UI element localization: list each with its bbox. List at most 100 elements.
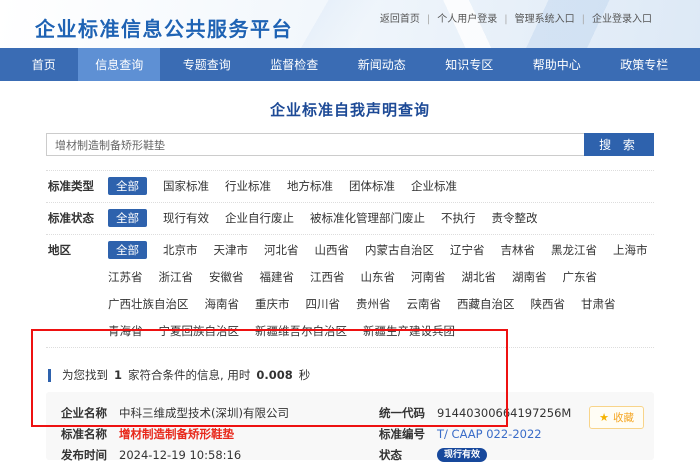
card-field-label: 统一代码 bbox=[379, 405, 437, 421]
filter-option[interactable]: 安徽省 bbox=[209, 268, 244, 286]
star-icon: ★ bbox=[599, 411, 609, 424]
top-link-2[interactable]: 管理系统入口 bbox=[497, 14, 574, 25]
result-card: 企业名称中科三维成型技术(深圳)有限公司标准名称增材制造制备矫形鞋垫发布时间20… bbox=[46, 392, 654, 460]
filter-option[interactable]: 全部 bbox=[108, 177, 147, 195]
filter-option[interactable]: 江西省 bbox=[310, 268, 345, 286]
filter-option[interactable]: 陕西省 bbox=[531, 295, 566, 313]
nav-item-6[interactable]: 帮助中心 bbox=[516, 48, 598, 81]
filter-option[interactable]: 被标准化管理部门废止 bbox=[310, 209, 425, 227]
status-badge: 现行有效 bbox=[437, 448, 487, 462]
summary-accent-bar bbox=[48, 369, 51, 382]
filter-row-2: 地区全部北京市天津市河北省山西省内蒙古自治区辽宁省吉林省黑龙江省上海市江苏省浙江… bbox=[46, 235, 654, 348]
filter-option[interactable]: 福建省 bbox=[260, 268, 295, 286]
filter-option[interactable]: 山西省 bbox=[315, 241, 350, 259]
card-row: 企业名称中科三维成型技术(深圳)有限公司 bbox=[61, 405, 379, 420]
filter-option[interactable]: 天津市 bbox=[214, 241, 249, 259]
filter-option[interactable]: 贵州省 bbox=[356, 295, 391, 313]
top-link-1[interactable]: 个人用户登录 bbox=[420, 14, 497, 25]
filter-label: 标准状态 bbox=[48, 209, 108, 227]
filter-option[interactable]: 上海市 bbox=[613, 241, 648, 259]
filter-option[interactable]: 北京市 bbox=[163, 241, 198, 259]
card-row: 状态现行有效 bbox=[379, 447, 639, 462]
card-field-value: 2024-12-19 10:58:16 bbox=[119, 448, 241, 462]
main-content: 企业标准自我声明查询 搜 索 标准类型全部国家标准行业标准地方标准团体标准企业标… bbox=[0, 81, 700, 460]
results-section: 为您找到 1 家符合条件的信息, 用时 0.008 秒 企业名称中科三维成型技术… bbox=[46, 367, 654, 460]
filter-option[interactable]: 湖北省 bbox=[462, 268, 497, 286]
filter-option[interactable]: 四川省 bbox=[306, 295, 341, 313]
filter-option[interactable]: 现行有效 bbox=[163, 209, 209, 227]
filter-option[interactable]: 内蒙古自治区 bbox=[365, 241, 434, 259]
filter-option[interactable]: 甘肃省 bbox=[581, 295, 616, 313]
filter-option[interactable]: 团体标准 bbox=[349, 177, 395, 195]
top-links: 返回首页个人用户登录管理系统入口企业登录入口 bbox=[380, 10, 652, 25]
filter-option[interactable]: 全部 bbox=[108, 241, 147, 259]
filter-option[interactable]: 云南省 bbox=[407, 295, 442, 313]
filter-option[interactable]: 青海省 bbox=[108, 322, 143, 340]
filter-option[interactable]: 广西壮族自治区 bbox=[108, 295, 189, 313]
filters: 标准类型全部国家标准行业标准地方标准团体标准企业标准标准状态全部现行有效企业自行… bbox=[46, 170, 654, 348]
search-input[interactable] bbox=[46, 133, 584, 156]
filter-options: 全部北京市天津市河北省山西省内蒙古自治区辽宁省吉林省黑龙江省上海市江苏省浙江省安… bbox=[108, 241, 654, 340]
filter-label: 地区 bbox=[48, 241, 108, 259]
filter-options: 全部国家标准行业标准地方标准团体标准企业标准 bbox=[108, 177, 654, 195]
nav-item-4[interactable]: 新闻动态 bbox=[341, 48, 423, 81]
top-link-3[interactable]: 企业登录入口 bbox=[575, 14, 652, 25]
filter-option[interactable]: 山东省 bbox=[361, 268, 396, 286]
filter-option[interactable]: 辽宁省 bbox=[450, 241, 485, 259]
results-summary: 为您找到 1 家符合条件的信息, 用时 0.008 秒 bbox=[46, 367, 654, 383]
filter-option[interactable]: 河南省 bbox=[411, 268, 446, 286]
filter-row-1: 标准状态全部现行有效企业自行废止被标准化管理部门废止不执行责令整改 bbox=[46, 203, 654, 235]
nav-item-3[interactable]: 监督检查 bbox=[253, 48, 335, 81]
main-nav: 首页信息查询专题查询监督检查新闻动态知识专区帮助中心政策专栏 bbox=[0, 48, 700, 81]
filter-option[interactable]: 企业标准 bbox=[411, 177, 457, 195]
summary-prefix: 为您找到 bbox=[62, 367, 108, 383]
site-title: 企业标准信息公共服务平台 bbox=[35, 13, 293, 42]
card-field-value: 中科三维成型技术(深圳)有限公司 bbox=[119, 405, 289, 421]
filter-option[interactable]: 黑龙江省 bbox=[551, 241, 597, 259]
nav-item-7[interactable]: 政策专栏 bbox=[603, 48, 685, 81]
summary-time: 0.008 bbox=[256, 368, 292, 382]
favorite-button[interactable]: ★ 收藏 bbox=[589, 406, 644, 429]
filter-option[interactable]: 广东省 bbox=[563, 268, 598, 286]
filter-option[interactable]: 海南省 bbox=[205, 295, 240, 313]
filter-option[interactable]: 湖南省 bbox=[512, 268, 547, 286]
nav-item-0[interactable]: 首页 bbox=[15, 48, 73, 81]
filter-option[interactable]: 全部 bbox=[108, 209, 147, 227]
card-row: 发布时间2024-12-19 10:58:16 bbox=[61, 447, 379, 462]
filter-option[interactable]: 吉林省 bbox=[501, 241, 536, 259]
summary-middle: 家符合条件的信息, 用时 bbox=[128, 367, 250, 383]
filter-option[interactable]: 国家标准 bbox=[163, 177, 209, 195]
card-field-value: 91440300664197256M bbox=[437, 406, 571, 420]
card-field-label: 发布时间 bbox=[61, 447, 119, 463]
filter-option[interactable]: 行业标准 bbox=[225, 177, 271, 195]
card-column-left: 企业名称中科三维成型技术(深圳)有限公司标准名称增材制造制备矫形鞋垫发布时间20… bbox=[61, 405, 379, 448]
filter-option[interactable]: 河北省 bbox=[264, 241, 299, 259]
filter-options: 全部现行有效企业自行废止被标准化管理部门废止不执行责令整改 bbox=[108, 209, 654, 227]
filter-option[interactable]: 西藏自治区 bbox=[457, 295, 515, 313]
filter-option[interactable]: 宁夏回族自治区 bbox=[159, 322, 240, 340]
filter-option[interactable]: 新疆生产建设兵团 bbox=[363, 322, 455, 340]
card-field-label: 状态 bbox=[379, 447, 437, 463]
nav-item-5[interactable]: 知识专区 bbox=[428, 48, 510, 81]
nav-item-1[interactable]: 信息查询 bbox=[78, 48, 160, 81]
summary-suffix: 秒 bbox=[299, 367, 311, 383]
filter-option[interactable]: 不执行 bbox=[441, 209, 476, 227]
filter-option[interactable]: 浙江省 bbox=[159, 268, 194, 286]
nav-item-2[interactable]: 专题查询 bbox=[166, 48, 248, 81]
filter-option[interactable]: 地方标准 bbox=[287, 177, 333, 195]
card-field-label: 企业名称 bbox=[61, 405, 119, 421]
search-bar: 搜 索 bbox=[46, 133, 654, 156]
top-link-0[interactable]: 返回首页 bbox=[380, 14, 420, 25]
search-button[interactable]: 搜 索 bbox=[584, 133, 654, 156]
filter-label: 标准类型 bbox=[48, 177, 108, 195]
page-title: 企业标准自我声明查询 bbox=[46, 99, 654, 120]
filter-option[interactable]: 江苏省 bbox=[108, 268, 143, 286]
filter-option[interactable]: 责令整改 bbox=[492, 209, 538, 227]
filter-option[interactable]: 新疆维吾尔自治区 bbox=[255, 322, 347, 340]
header-banner: 企业标准信息公共服务平台 返回首页个人用户登录管理系统入口企业登录入口 bbox=[0, 0, 700, 48]
filter-option[interactable]: 企业自行废止 bbox=[225, 209, 294, 227]
filter-option[interactable]: 重庆市 bbox=[255, 295, 290, 313]
summary-count: 1 bbox=[114, 368, 122, 382]
favorite-label: 收藏 bbox=[613, 410, 634, 425]
filter-row-0: 标准类型全部国家标准行业标准地方标准团体标准企业标准 bbox=[46, 171, 654, 203]
